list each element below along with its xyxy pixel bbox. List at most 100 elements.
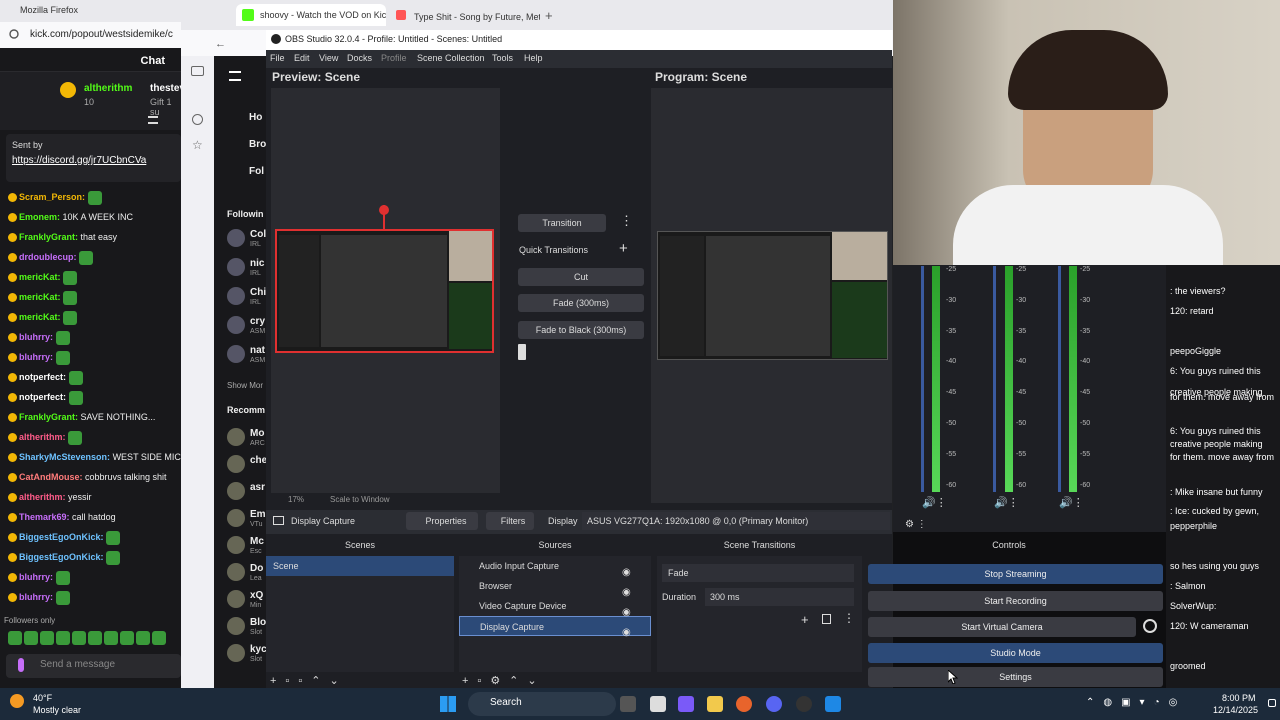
channel-avatar[interactable] <box>227 345 245 363</box>
t-bar-slider[interactable] <box>518 344 526 360</box>
add-transition-icon[interactable]: + <box>619 240 628 257</box>
show-more-link[interactable]: Show Mor <box>227 381 263 390</box>
taskbar-search[interactable]: Search <box>468 692 616 716</box>
chat-username[interactable]: CatAndMouse: <box>19 472 83 482</box>
channel-avatar[interactable] <box>227 316 245 334</box>
virtual-camera-settings-icon[interactable] <box>1143 619 1157 633</box>
cut-button[interactable]: Cut <box>518 268 644 286</box>
chat-username[interactable]: Themark69: <box>19 512 70 522</box>
channel-avatar[interactable] <box>227 644 245 662</box>
explorer-icon[interactable] <box>707 696 723 712</box>
channel-avatar[interactable] <box>227 428 245 446</box>
transition-type-select[interactable]: Fade <box>662 564 854 582</box>
chat-username[interactable]: notperfect: <box>19 372 66 382</box>
file-icon[interactable] <box>650 696 666 712</box>
following-channel[interactable]: Col <box>250 229 266 240</box>
sidebar-toggle-icon[interactable] <box>191 66 204 76</box>
channel-avatar[interactable] <box>227 482 245 500</box>
properties-button[interactable]: Properties <box>406 512 478 530</box>
nav-following[interactable]: Fol <box>249 166 264 177</box>
menu-profile[interactable]: Profile <box>381 53 407 63</box>
recommended-channel[interactable]: kyc <box>250 644 267 655</box>
following-channel[interactable]: nat <box>250 345 265 356</box>
menu-help[interactable]: Help <box>524 53 543 63</box>
new-tab-icon[interactable]: + <box>545 8 553 23</box>
firefox-icon[interactable] <box>736 696 752 712</box>
following-channel[interactable]: Chi <box>250 287 266 298</box>
emote-bar[interactable] <box>8 631 181 645</box>
recommended-channel[interactable]: Mc <box>250 536 264 547</box>
emote-icon[interactable] <box>88 631 102 645</box>
following-channel[interactable]: nic <box>250 258 264 269</box>
channel-avatar[interactable] <box>227 536 245 554</box>
weather-icon[interactable] <box>10 694 24 708</box>
following-channel[interactable]: cry <box>250 316 265 327</box>
discord-icon[interactable] <box>766 696 782 712</box>
channel-avatar[interactable] <box>227 509 245 527</box>
settings-button[interactable]: Settings <box>868 667 1163 687</box>
channel-avatar[interactable] <box>227 258 245 276</box>
bookmark-star-icon[interactable]: ☆ <box>192 138 203 152</box>
chat-username[interactable]: bluhrry: <box>19 592 53 602</box>
url-bar[interactable]: kick.com/popout/westsidemike/c <box>0 22 181 48</box>
history-icon[interactable] <box>192 114 203 125</box>
mixer-settings-icon[interactable]: ⚙ ⋮ <box>905 519 927 530</box>
scale-mode[interactable]: Scale to Window <box>330 495 390 504</box>
channel-avatar[interactable] <box>227 617 245 635</box>
rotate-handle-knob[interactable] <box>379 205 389 215</box>
menu-view[interactable]: View <box>319 53 338 63</box>
back-icon[interactable]: ← <box>215 38 226 50</box>
chat-username[interactable]: altherithm: <box>19 492 66 502</box>
scene-item[interactable]: Scene <box>266 556 454 576</box>
channel-avatar[interactable] <box>227 563 245 581</box>
chat-username[interactable]: Emonem: <box>19 212 60 222</box>
tab-kick[interactable]: shoovy - Watch the VOD on Kic <box>236 4 386 26</box>
menu-docks[interactable]: Docks <box>347 53 372 63</box>
emote-icon[interactable] <box>24 631 38 645</box>
chat-username[interactable]: FranklyGrant: <box>19 232 78 242</box>
app-icon[interactable] <box>825 696 841 712</box>
more-icon[interactable]: ⋮ <box>843 611 855 625</box>
emote-icon[interactable] <box>136 631 150 645</box>
fade-button[interactable]: Fade (300ms) <box>518 294 644 312</box>
chat-username[interactable]: BiggestEgoOnKick: <box>19 552 104 562</box>
task-view-icon[interactable] <box>620 696 636 712</box>
recommended-channel[interactable]: Em <box>250 509 266 520</box>
tab-song[interactable]: Type Shit - Song by Future, Met <box>390 6 540 28</box>
channel-avatar[interactable] <box>227 287 245 305</box>
mic-icon[interactable] <box>18 658 24 672</box>
chat-username[interactable]: mericKat: <box>19 272 61 282</box>
fade-black-button[interactable]: Fade to Black (300ms) <box>518 321 644 339</box>
emote-icon[interactable] <box>40 631 54 645</box>
chat-username[interactable]: notperfect: <box>19 392 66 402</box>
visibility-eye-icons[interactable]: ◉ ◉ ◉ ◉ <box>622 563 631 643</box>
chat-username[interactable]: Scram_Person: <box>19 192 85 202</box>
recommended-channel[interactable]: Mo <box>250 428 264 439</box>
sources-toolbar[interactable]: +▫⚙⌃⌄ <box>462 674 546 687</box>
filters-button[interactable]: Filters <box>486 512 534 530</box>
discord-link[interactable]: https://discord.gg/jr7UCbnCVa <box>12 155 175 166</box>
menu-tools[interactable]: Tools <box>492 53 513 63</box>
menu-icon[interactable] <box>148 116 158 124</box>
start-icon[interactable] <box>440 696 456 712</box>
chat-username[interactable]: altherithm: <box>19 432 66 442</box>
stop-streaming-button[interactable]: Stop Streaming <box>868 564 1163 584</box>
start-recording-button[interactable]: Start Recording <box>868 591 1163 611</box>
chat-username[interactable]: bluhrry: <box>19 572 53 582</box>
transition-button[interactable]: Transition <box>518 214 606 232</box>
studio-mode-button[interactable]: Studio Mode <box>868 643 1163 663</box>
volume-icon-1[interactable]: 🔊⋮ <box>922 496 947 509</box>
duration-input[interactable]: 300 ms <box>705 588 854 606</box>
emote-icon[interactable] <box>8 631 22 645</box>
nav-home[interactable]: Ho <box>249 112 262 123</box>
volume-icon-3[interactable]: 🔊⋮ <box>1059 496 1084 509</box>
zoom-level[interactable]: 17% <box>288 495 304 504</box>
volume-icon-2[interactable]: 🔊⋮ <box>994 496 1019 509</box>
chat-username[interactable]: drdoublecup: <box>19 252 77 262</box>
scenes-toolbar[interactable]: +▫▫⌃⌄ <box>270 674 348 687</box>
emote-icon[interactable] <box>120 631 134 645</box>
nav-browse[interactable]: Bro <box>249 139 266 150</box>
tray-icons[interactable]: ⌃◍▣▾◔◎ <box>1086 697 1186 708</box>
recommended-channel[interactable]: Blo <box>250 617 266 628</box>
emote-icon[interactable] <box>104 631 118 645</box>
